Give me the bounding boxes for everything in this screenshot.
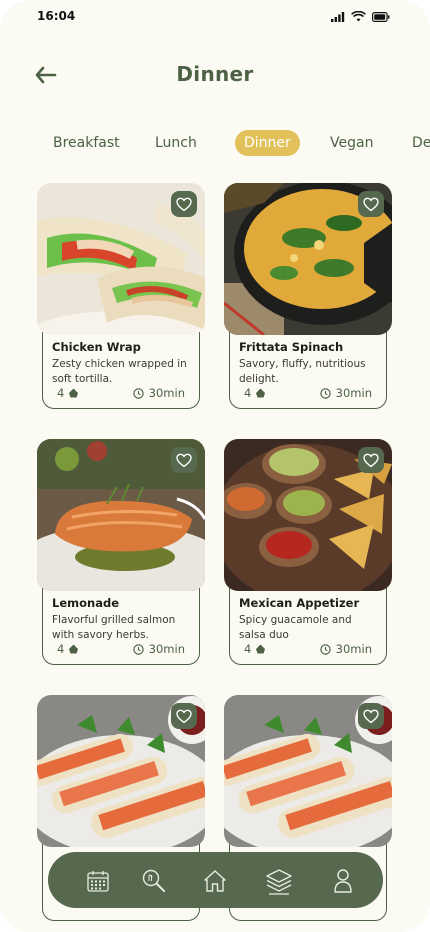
recipe-card[interactable]: Lemonade Flavorful grilled salmon with s… [37, 439, 205, 665]
nav-search[interactable] [140, 867, 168, 895]
cook-time-value: 30min [335, 386, 372, 400]
chef-hat-icon [69, 388, 79, 398]
recipe-name: Frittata Spinach [239, 340, 344, 354]
chef-hat-icon [69, 644, 79, 654]
nav-profile[interactable] [329, 867, 357, 895]
servings-count: 4 [244, 642, 252, 656]
heart-icon [363, 197, 379, 211]
recipe-card[interactable]: Chicken Wrap Zesty chicken wrapped in so… [37, 183, 205, 409]
clock-icon [132, 387, 144, 399]
recipe-description: Zesty chicken wrapped in soft tortilla. [52, 358, 187, 385]
cook-time-value: 30min [148, 642, 185, 656]
recipe-name: Mexican Appetizer [239, 596, 360, 610]
favorite-button[interactable] [358, 191, 384, 217]
recipe-name: Lemonade [52, 596, 119, 610]
favorite-button[interactable] [171, 703, 197, 729]
heart-icon [176, 197, 192, 211]
cook-time: 30min [132, 642, 185, 656]
category-tabs: Breakfast Lunch Dinner Vegan De [44, 130, 430, 158]
page-title: Dinner [176, 62, 254, 86]
profile-icon [334, 869, 352, 893]
recipe-meta: 4 30min [57, 642, 185, 656]
clock-icon [132, 643, 144, 655]
recipe-card[interactable]: Frittata Spinach Savory, fluffy, nutriti… [224, 183, 392, 409]
servings-count: 4 [57, 386, 65, 400]
status-icons [331, 11, 390, 22]
cook-time: 30min [132, 386, 185, 400]
servings-count: 4 [244, 386, 252, 400]
recipe-card[interactable]: Mexican Appetizer Spicy guacamole and sa… [224, 439, 392, 665]
recipe-meta: 4 30min [244, 386, 372, 400]
calendar-icon [87, 871, 109, 892]
nav-home[interactable] [201, 867, 229, 895]
recipe-meta: 4 30min [57, 386, 185, 400]
tab-breakfast[interactable]: Breakfast [44, 130, 129, 156]
servings-count: 4 [57, 642, 65, 656]
recipe-description: Spicy guacamole and salsa duo [239, 614, 352, 641]
heart-icon [363, 453, 379, 467]
heart-icon [176, 453, 192, 467]
chef-hat-icon [256, 388, 266, 398]
tab-vegan[interactable]: Vegan [321, 130, 382, 156]
servings: 4 [57, 642, 79, 656]
recipe-description: Savory, fluffy, nutritious delight. [239, 358, 366, 385]
recipe-description: Flavorful grilled salmon with savory her… [52, 614, 176, 641]
search-recipe-icon [142, 869, 165, 892]
chef-hat-icon [256, 644, 266, 654]
nav-calendar[interactable] [84, 867, 112, 895]
favorite-button[interactable] [171, 447, 197, 473]
recipe-meta: 4 30min [244, 642, 372, 656]
favorite-button[interactable] [358, 703, 384, 729]
wifi-icon [351, 11, 366, 22]
cook-time-value: 30min [335, 642, 372, 656]
bottom-nav [48, 852, 383, 908]
recipe-name: Chicken Wrap [52, 340, 141, 354]
nav-collections[interactable] [265, 867, 293, 895]
favorite-button[interactable] [171, 191, 197, 217]
cook-time: 30min [319, 386, 372, 400]
cook-time: 30min [319, 642, 372, 656]
home-icon [204, 870, 226, 892]
servings: 4 [244, 642, 266, 656]
servings: 4 [57, 386, 79, 400]
layers-icon [266, 869, 292, 895]
clock-icon [319, 643, 331, 655]
servings: 4 [244, 386, 266, 400]
favorite-button[interactable] [358, 447, 384, 473]
tab-lunch[interactable]: Lunch [146, 130, 206, 156]
tab-dinner[interactable]: Dinner [235, 130, 300, 156]
tab-dessert[interactable]: De [403, 130, 430, 156]
clock-icon [319, 387, 331, 399]
heart-icon [363, 709, 379, 723]
signal-icon [331, 11, 345, 22]
status-bar: 16:04 [0, 0, 430, 34]
header: Dinner [0, 58, 430, 94]
heart-icon [176, 709, 192, 723]
status-time: 16:04 [37, 9, 76, 23]
cook-time-value: 30min [148, 386, 185, 400]
battery-icon [372, 11, 390, 22]
phone-screen: 16:04 Dinner Breakfast Lunch Dinner Vega… [0, 0, 430, 932]
